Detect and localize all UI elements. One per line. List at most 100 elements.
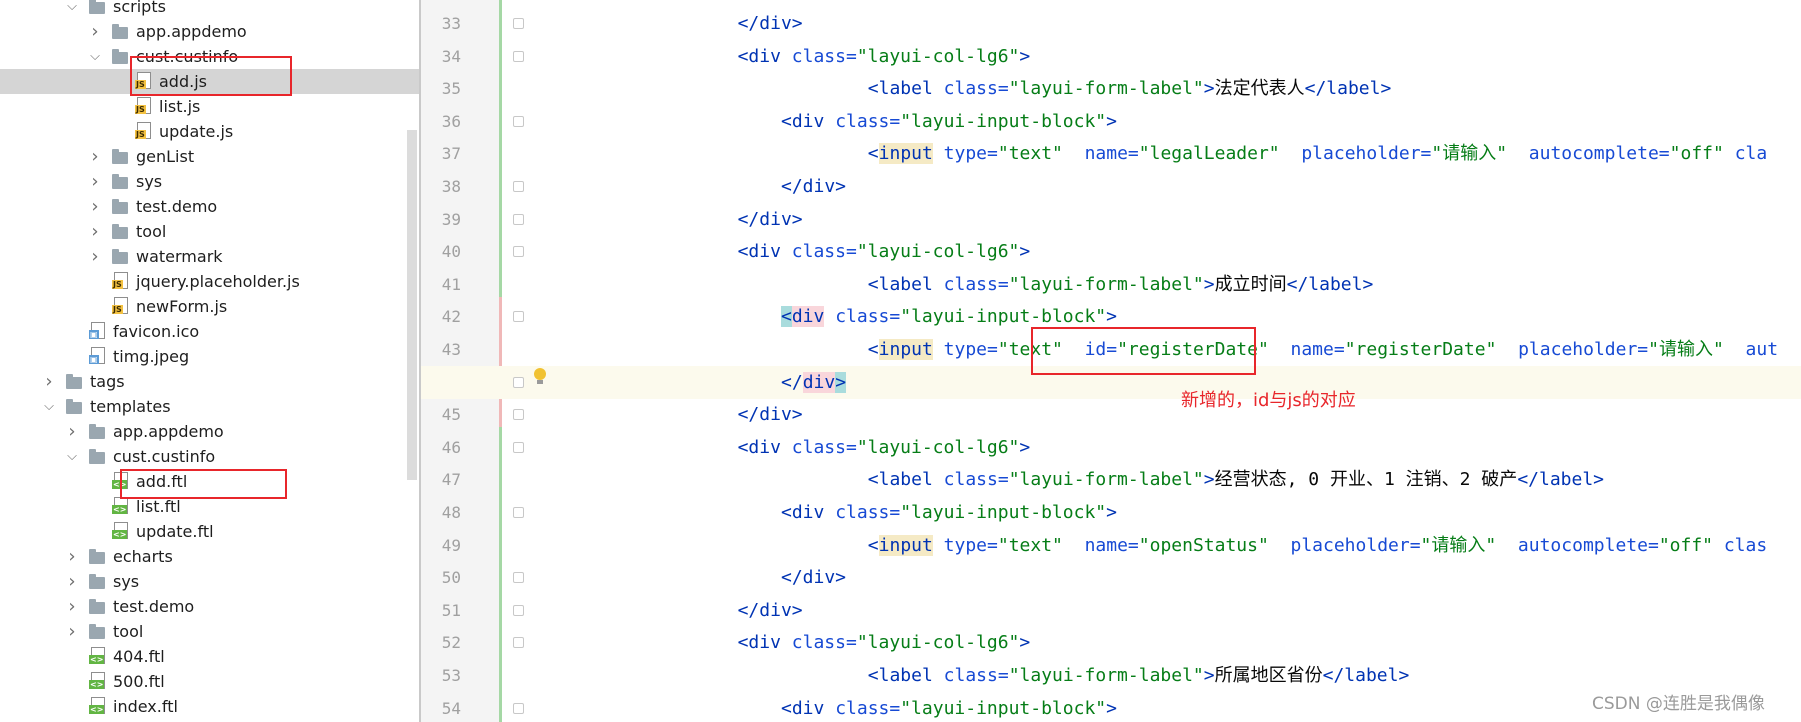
chevron-right-icon[interactable]: › bbox=[88, 244, 102, 269]
chevron-right-icon[interactable]: › bbox=[88, 144, 102, 169]
code-line[interactable]: <div class="layui-input-block"> bbox=[421, 496, 1801, 529]
tree-folder-app-appdemo[interactable]: › app.appdemo bbox=[0, 19, 420, 44]
fold-marker-icon[interactable] bbox=[513, 376, 524, 388]
code-text: </div> bbox=[737, 599, 803, 621]
tree-item-label: timg.jpeg bbox=[113, 347, 190, 366]
tree-folder-scripts[interactable]: ⌵ scripts bbox=[0, 0, 420, 19]
js-file-icon: JS bbox=[112, 272, 128, 289]
ftl-file-icon: <> bbox=[89, 672, 105, 689]
tree-folder-genlist[interactable]: › genList bbox=[0, 144, 420, 169]
tree-folder-sys[interactable]: › sys bbox=[0, 569, 420, 594]
code-line[interactable]: <label class="layui-form-label">成立时间</la… bbox=[421, 268, 1801, 301]
code-line[interactable]: <input type="text" name="openStatus" pla… bbox=[421, 529, 1801, 562]
tree-folder-tool[interactable]: › tool bbox=[0, 619, 420, 644]
fold-marker-icon[interactable] bbox=[513, 18, 524, 29]
fold-marker-icon[interactable] bbox=[513, 702, 524, 714]
code-text: <input type="text" name="legalLeader" pl… bbox=[867, 143, 1768, 165]
tree-item-label: jquery.placeholder.js bbox=[136, 272, 300, 291]
chevron-right-icon[interactable]: › bbox=[88, 194, 102, 219]
js-badge-icon: JS bbox=[112, 305, 123, 314]
tree-file-favicon-ico[interactable]: ▣ favicon.ico bbox=[0, 319, 420, 344]
code-line[interactable]: <label class="layui-form-label">所属地区省份</… bbox=[421, 659, 1801, 692]
code-line[interactable]: <div class="layui-col-lg6"> bbox=[421, 626, 1801, 659]
tree-folder-cust-custinfo[interactable]: ⌵ cust.custinfo bbox=[0, 444, 420, 469]
tree-folder-test-demo[interactable]: › test.demo bbox=[0, 194, 420, 219]
code-line[interactable]: <label class="layui-form-label">经营状态, 0 … bbox=[421, 463, 1801, 496]
tree-file-jquery-placeholder-js[interactable]: JS jquery.placeholder.js bbox=[0, 269, 420, 294]
chevron-right-icon[interactable]: › bbox=[65, 619, 79, 644]
tree-folder-templates[interactable]: ⌵ templates bbox=[0, 394, 420, 419]
lightbulb-icon[interactable] bbox=[533, 368, 547, 386]
chevron-down-icon[interactable]: ⌵ bbox=[65, 0, 79, 19]
tree-folder-echarts[interactable]: › echarts bbox=[0, 544, 420, 569]
chevron-down-icon[interactable]: ⌵ bbox=[65, 444, 79, 469]
tree-file-timg-jpeg[interactable]: ▣ timg.jpeg bbox=[0, 344, 420, 369]
fold-marker-icon[interactable] bbox=[513, 604, 524, 616]
tree-item-label: update.ftl bbox=[136, 522, 214, 541]
tree-folder-sys[interactable]: › sys bbox=[0, 169, 420, 194]
tree-folder-test-demo[interactable]: › test.demo bbox=[0, 594, 420, 619]
code-line[interactable]: <div class="layui-col-lg6"> bbox=[421, 431, 1801, 464]
code-text: <div class="layui-input-block"> bbox=[781, 502, 1117, 523]
fold-marker-icon[interactable] bbox=[513, 409, 524, 421]
chevron-right-icon[interactable]: › bbox=[65, 544, 79, 569]
folder-icon bbox=[66, 398, 82, 414]
chevron-right-icon[interactable]: › bbox=[88, 169, 102, 194]
code-line[interactable]: <label class="layui-form-label">法定代表人</l… bbox=[421, 72, 1801, 105]
fold-marker-icon[interactable] bbox=[513, 507, 524, 518]
code-text: <input type="text" id="registerDate" nam… bbox=[867, 339, 1779, 360]
fold-marker-icon[interactable] bbox=[513, 246, 524, 258]
tree-item-label: watermark bbox=[136, 247, 223, 266]
tree-folder-tags[interactable]: › tags bbox=[0, 369, 420, 394]
folder-icon bbox=[112, 248, 128, 264]
code-line[interactable]: </div> bbox=[421, 561, 1801, 594]
chevron-down-icon[interactable]: ⌵ bbox=[42, 394, 56, 419]
code-text: </div> bbox=[781, 176, 847, 197]
code-text: </div> bbox=[737, 208, 803, 230]
code-line[interactable]: <div class="layui-input-block"> bbox=[421, 105, 1801, 138]
code-line[interactable]: <div class="layui-col-lg6"> bbox=[421, 235, 1801, 268]
code-line[interactable]: </div> bbox=[421, 594, 1801, 627]
fold-marker-icon[interactable] bbox=[513, 115, 524, 127]
fold-marker-icon[interactable] bbox=[513, 311, 524, 323]
code-line[interactable]: <div class="layui-col-lg6"> bbox=[421, 40, 1801, 73]
chevron-right-icon[interactable]: › bbox=[88, 19, 102, 44]
fold-marker-icon[interactable] bbox=[513, 213, 524, 225]
fold-marker-icon[interactable] bbox=[513, 572, 524, 584]
tree-file-list-js[interactable]: JS list.js bbox=[0, 94, 420, 119]
tree-file-index-ftl[interactable]: <> index.ftl bbox=[0, 694, 420, 719]
tree-item-label: 500.ftl bbox=[113, 672, 165, 691]
js-file-icon: JS bbox=[135, 97, 151, 114]
code-line[interactable]: </div> bbox=[421, 398, 1801, 431]
chevron-right-icon[interactable]: › bbox=[65, 594, 79, 619]
tree-item-label: app.appdemo bbox=[113, 422, 224, 441]
chevron-right-icon[interactable]: › bbox=[65, 569, 79, 594]
js-file-icon: JS bbox=[135, 122, 151, 139]
fold-marker-icon[interactable] bbox=[513, 441, 524, 453]
chevron-right-icon[interactable]: › bbox=[88, 219, 102, 244]
tree-item-label: sys bbox=[136, 172, 163, 191]
code-line[interactable]: <input type="text" name="legalLeader" pl… bbox=[421, 137, 1801, 170]
tree-file-500-ftl[interactable]: <> 500.ftl bbox=[0, 669, 420, 694]
tree-file-404-ftl[interactable]: <> 404.ftl bbox=[0, 644, 420, 669]
code-text: <div class="layui-col-lg6"> bbox=[737, 632, 1031, 654]
fold-marker-icon[interactable] bbox=[513, 181, 524, 192]
tree-folder-app-appdemo[interactable]: › app.appdemo bbox=[0, 419, 420, 444]
tree-file-update-ftl[interactable]: <> update.ftl bbox=[0, 519, 420, 544]
chevron-right-icon[interactable]: › bbox=[65, 419, 79, 444]
ftl-file-icon: <> bbox=[112, 497, 128, 514]
tree-folder-watermark[interactable]: › watermark bbox=[0, 244, 420, 269]
ftl-badge-icon: <> bbox=[112, 505, 128, 514]
img-file-icon: ▣ bbox=[89, 347, 105, 364]
tree-file-update-js[interactable]: JS update.js bbox=[0, 119, 420, 144]
fold-marker-icon[interactable] bbox=[513, 637, 524, 649]
tree-scrollbar[interactable] bbox=[407, 130, 417, 480]
tree-folder-tool[interactable]: › tool bbox=[0, 219, 420, 244]
tree-file-newform-js[interactable]: JS newForm.js bbox=[0, 294, 420, 319]
chevron-right-icon[interactable]: › bbox=[42, 369, 56, 394]
code-line[interactable]: </div> bbox=[421, 170, 1801, 203]
fold-marker-icon[interactable] bbox=[513, 50, 524, 62]
code-line[interactable]: </div> bbox=[421, 7, 1801, 40]
chevron-down-icon[interactable]: ⌵ bbox=[88, 44, 102, 69]
code-line[interactable]: </div> bbox=[421, 203, 1801, 236]
